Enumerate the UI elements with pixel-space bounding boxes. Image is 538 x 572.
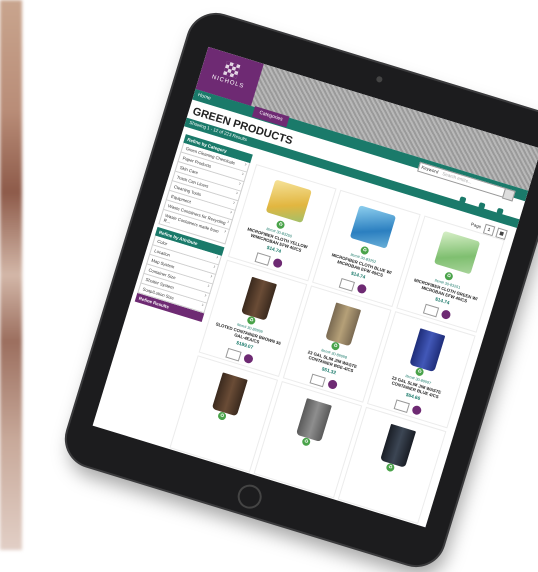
quantity-input[interactable]	[254, 252, 271, 266]
logo-text: NICHOLS	[210, 74, 245, 90]
quantity-input[interactable]	[422, 303, 440, 318]
product-price	[261, 453, 339, 477]
nav-home-link[interactable]: Home	[197, 92, 212, 102]
quantity-input[interactable]	[338, 277, 356, 292]
add-to-cart-button[interactable]	[242, 353, 255, 365]
add-to-cart-button[interactable]	[356, 283, 368, 295]
product-image[interactable]	[433, 230, 481, 275]
product-price	[345, 479, 423, 503]
product-price	[177, 427, 255, 451]
camera-dot	[375, 75, 384, 84]
add-to-cart-button[interactable]	[326, 378, 339, 391]
logo-icon	[222, 60, 241, 79]
product-image[interactable]	[380, 423, 417, 468]
product-image[interactable]	[409, 328, 446, 373]
add-to-cart-button[interactable]	[411, 404, 423, 416]
quantity-input[interactable]	[225, 347, 242, 362]
eco-icon: ♻	[275, 219, 286, 230]
add-to-cart-button[interactable]	[272, 257, 284, 269]
tablet-screen: NICHOLS Home Categories Keyword Search e…	[92, 46, 538, 528]
product-image[interactable]	[325, 302, 362, 347]
home-button[interactable]	[234, 481, 265, 512]
add-to-cart-button[interactable]	[440, 308, 452, 321]
product-image[interactable]	[349, 205, 397, 249]
search-button[interactable]	[501, 187, 516, 202]
quantity-input[interactable]	[393, 399, 410, 413]
quantity-input[interactable]	[309, 373, 326, 388]
product-image[interactable]	[240, 276, 277, 321]
background-blur	[0, 0, 22, 550]
product-image[interactable]	[295, 398, 332, 443]
product-image[interactable]	[265, 179, 312, 223]
product-image[interactable]	[211, 372, 248, 417]
tablet-device: NICHOLS Home Categories Keyword Search e…	[59, 7, 538, 572]
pager-label: Page	[470, 221, 482, 230]
eco-icon: ♻	[359, 245, 370, 256]
eco-icon: ♻	[443, 271, 454, 282]
